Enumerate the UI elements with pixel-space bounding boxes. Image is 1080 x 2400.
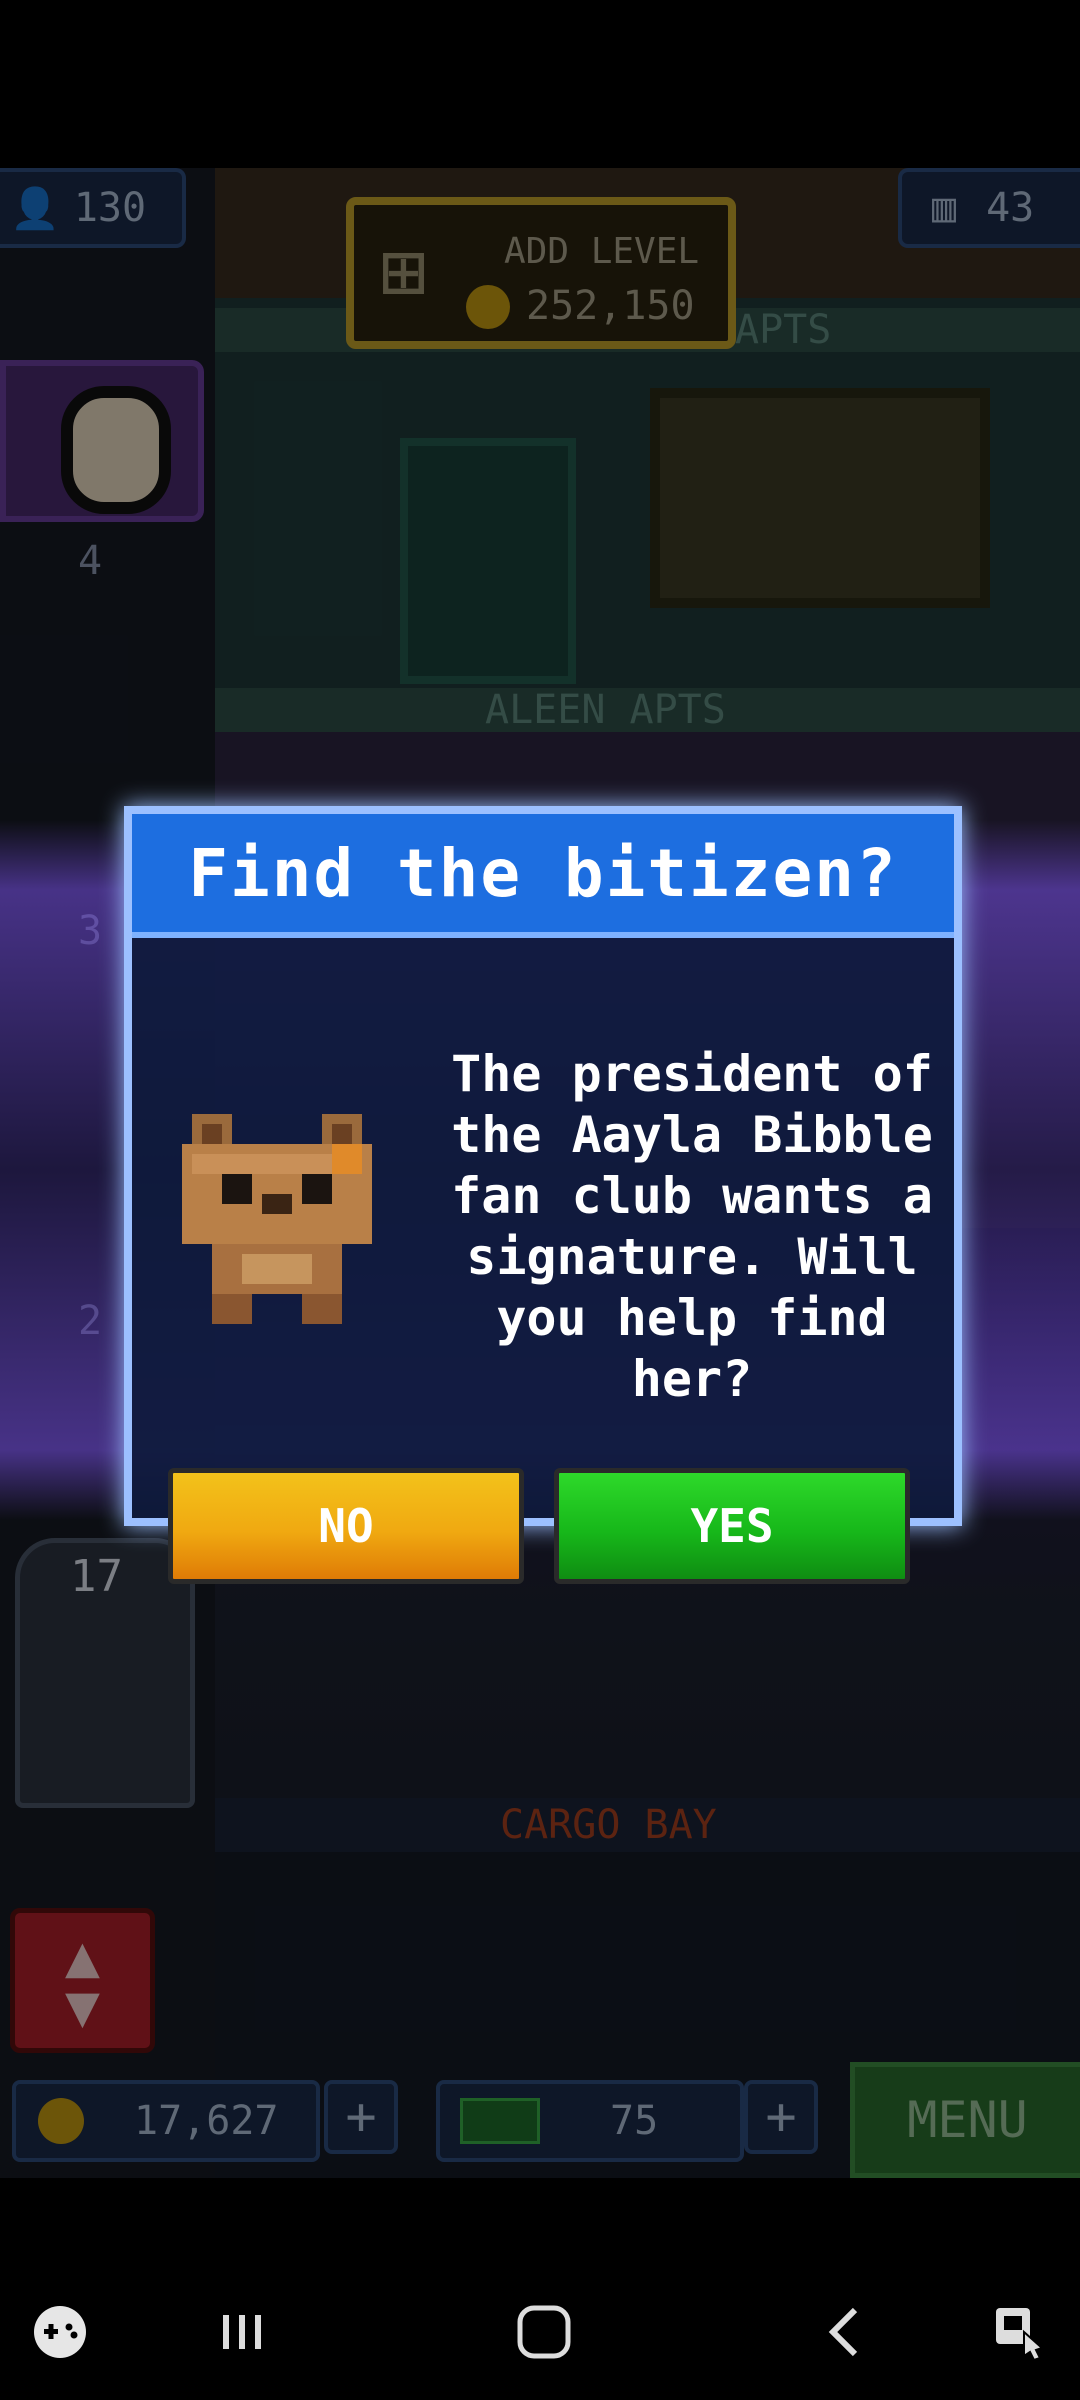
no-button[interactable]: NO [168, 1468, 524, 1584]
dialog-title: Find the bitizen? [188, 834, 898, 912]
no-button-label: NO [318, 1499, 374, 1553]
find-bitizen-dialog: Find the bitizen? The president of the A… [124, 806, 962, 1526]
dialog-title-bar: Find the bitizen? [132, 814, 954, 938]
back-icon [828, 2307, 858, 2357]
bitizen-sprite-icon [182, 1114, 372, 1324]
system-navigation-bar [0, 2260, 1080, 2400]
yes-button-label: YES [690, 1499, 774, 1553]
accessibility-button[interactable] [980, 2296, 1060, 2368]
back-button[interactable] [806, 2296, 886, 2368]
recent-apps-icon [223, 2315, 261, 2349]
home-icon [517, 2305, 571, 2359]
dialog-message: The president of the Aayla Bibble fan cl… [451, 1045, 933, 1408]
yes-button[interactable]: YES [554, 1468, 910, 1584]
recent-apps-button[interactable] [202, 2296, 282, 2368]
gamepad-icon [34, 2306, 86, 2358]
accessibility-touch-icon [996, 2308, 1044, 2362]
game-launcher-button[interactable] [20, 2296, 100, 2368]
home-button[interactable] [504, 2296, 584, 2368]
